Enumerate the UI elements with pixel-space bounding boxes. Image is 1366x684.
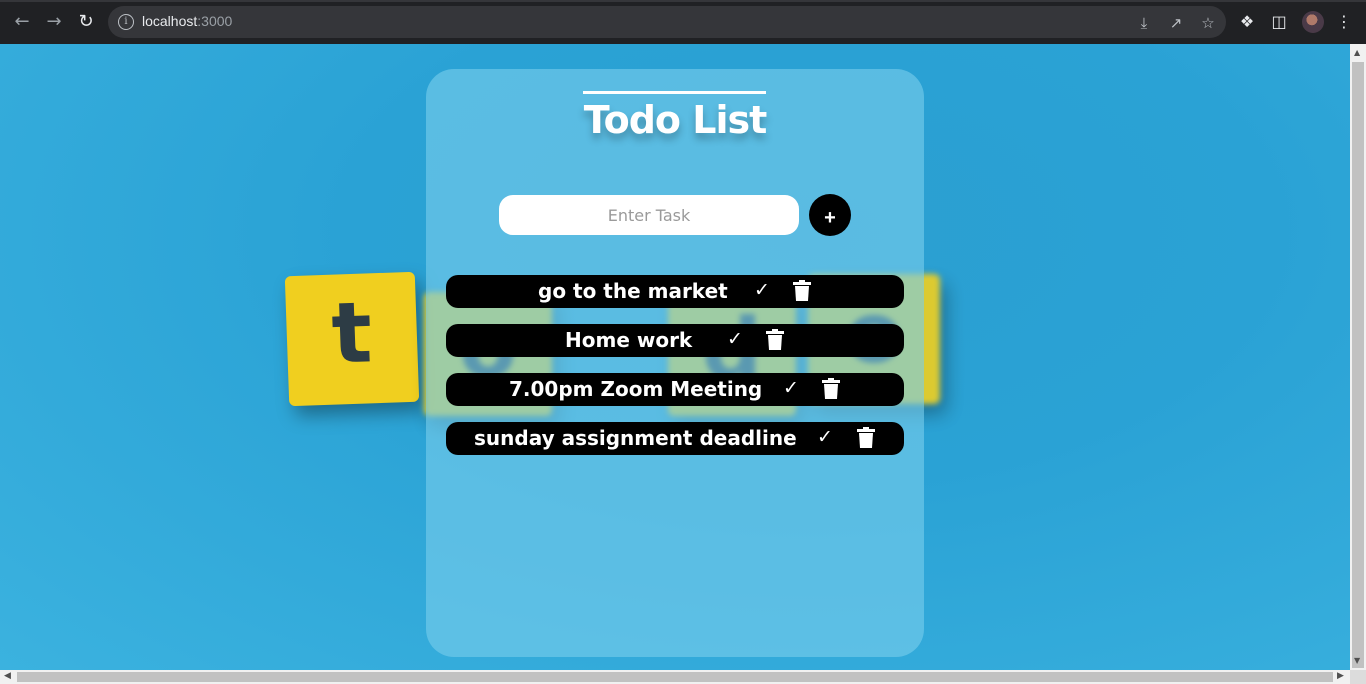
todo-text: go to the market [538,279,728,303]
profile-avatar[interactable] [1302,11,1324,33]
reload-icon[interactable]: ↻ [75,11,97,33]
trash-icon[interactable] [857,427,875,448]
trash-icon[interactable] [766,329,784,350]
check-icon[interactable]: ✓ [817,426,833,448]
scroll-right-icon[interactable]: ▶ [1337,671,1344,681]
tab-strip-edge [0,0,1366,2]
back-icon[interactable]: ← [11,11,33,33]
scroll-up-icon[interactable]: ▲ [1354,48,1360,57]
scroll-down-icon[interactable]: ▼ [1354,656,1360,665]
tile-letter: t [330,283,374,383]
check-icon[interactable]: ✓ [727,328,743,350]
todo-item: 7.00pm Zoom Meeting ✓ [446,373,904,406]
todo-item: sunday assignment deadline ✓ [446,422,904,455]
sidepanel-icon[interactable]: ◫ [1268,11,1290,33]
trash-icon[interactable] [822,378,840,399]
star-icon[interactable]: ☆ [1199,14,1217,32]
menu-icon[interactable]: ⋮ [1333,11,1355,33]
scroll-thumb[interactable] [1352,62,1364,668]
todo-text: 7.00pm Zoom Meeting [509,377,763,401]
todo-item: Home work ✓ [446,324,904,357]
check-icon[interactable]: ✓ [783,377,799,399]
install-icon[interactable]: ⤓ [1135,14,1153,32]
scroll-left-icon[interactable]: ◀ [4,671,11,681]
horizontal-scrollbar[interactable]: ◀ ▶ [0,670,1350,684]
check-icon[interactable]: ✓ [754,279,770,301]
todo-card [426,69,924,657]
scrollbar-corner [1350,670,1366,684]
title-underline [583,91,766,94]
trash-icon[interactable] [793,280,811,301]
share-icon[interactable]: ↗ [1167,14,1185,32]
forward-icon[interactable]: → [43,11,65,33]
vertical-scrollbar[interactable]: ▲ ▼ [1350,44,1366,670]
todo-text: sunday assignment deadline [474,426,797,450]
todo-text: Home work [565,328,693,352]
scroll-thumb[interactable] [17,672,1333,682]
extensions-icon[interactable]: ❖ [1236,11,1258,33]
todo-item: go to the market ✓ [446,275,904,308]
address-bar[interactable]: i localhost:3000 ⤓ ↗ ☆ [108,6,1226,38]
url-text[interactable]: localhost:3000 [142,13,232,29]
background-tile: t [284,271,420,407]
task-input[interactable] [499,195,799,235]
browser-toolbar: ← → ↻ i localhost:3000 ⤓ ↗ ☆ ❖ ◫ ⋮ [0,0,1366,44]
add-task-button[interactable]: + [809,194,851,236]
info-icon[interactable]: i [118,14,134,30]
page-title: Todo List [583,98,768,142]
